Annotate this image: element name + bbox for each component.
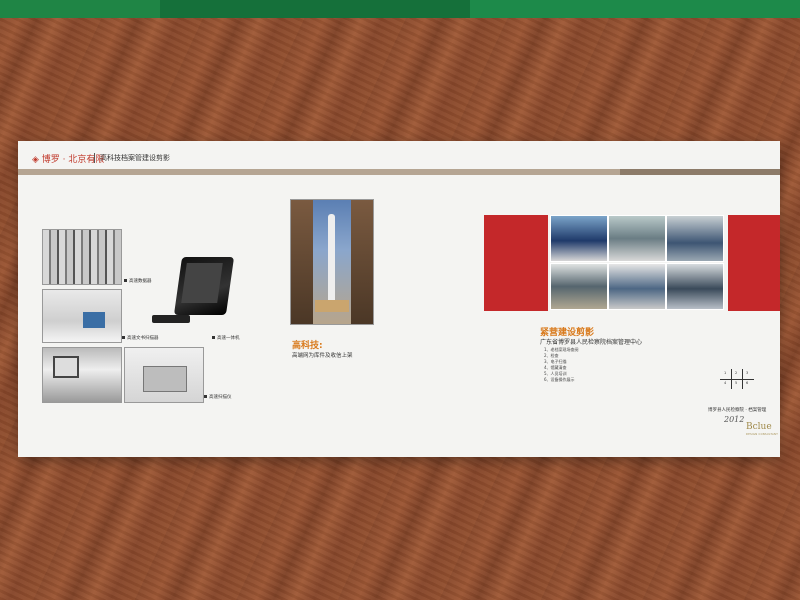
launch-pad	[315, 300, 349, 312]
meeting-photo-grid	[550, 215, 726, 311]
rocket-launch-photo	[290, 199, 374, 325]
keyboard	[152, 315, 190, 323]
header-separator	[94, 153, 95, 163]
grid-photo	[666, 263, 724, 310]
red-block-right	[728, 215, 780, 311]
scan-machine-photo	[42, 289, 122, 343]
header-rule	[18, 169, 780, 175]
bullet-icon	[204, 395, 207, 398]
rocket-body	[328, 214, 335, 302]
launch-tower-right	[351, 200, 373, 324]
brand-subtitle: DESIGN CONSULTANT	[746, 433, 779, 436]
caption-all-in-one: 高速一体机	[212, 335, 240, 341]
middle-heading: 高科技:	[292, 341, 323, 351]
top-bar-segment	[0, 0, 160, 18]
right-subheading: 广东省博罗县人民检察院档案管理中心	[540, 339, 643, 346]
grid-photo	[550, 263, 608, 310]
caption-scanner-text: 高速扫描仪	[209, 395, 232, 400]
activity-list: 1、老档案现场查阅 2、检查 3、电子扫描 4、馆藏清查 5、人员培训 6、设备…	[544, 347, 579, 383]
caption-scanner: 高速扫描仪	[204, 394, 232, 400]
grid-photo	[666, 215, 724, 262]
caption-rack: 高速数据器	[124, 278, 152, 284]
bullet-icon	[124, 279, 127, 282]
scanner-photo	[124, 347, 204, 403]
header-title: 高科技档案管建设剪影	[100, 154, 170, 162]
bullet-icon	[212, 336, 215, 339]
seal-char: 1	[724, 371, 727, 375]
grid-photo	[608, 215, 666, 262]
seal-char: 5	[735, 381, 738, 385]
bullet-icon	[122, 336, 125, 339]
logo-text: 博罗 · 北京有限	[41, 155, 105, 165]
list-item: 6、设备操作展示	[544, 377, 575, 382]
seal-line	[720, 379, 754, 380]
brochure-spread: ◈ 博罗 · 北京有限 高科技档案管建设剪影 高速数据器 高速文书扫描器 高速一…	[18, 141, 780, 457]
server-rack-photo	[42, 229, 122, 285]
seal-grid: 1 2 3 4 5 6	[720, 369, 754, 389]
credit-line: 博罗县人民检察院 · 档案管理	[708, 408, 767, 413]
caption-rack-text: 高速数据器	[129, 279, 152, 284]
top-bar-segment	[160, 0, 470, 18]
launch-tower-left	[291, 200, 313, 324]
seal-char: 3	[746, 371, 749, 375]
caption-all-in-one-text: 高速一体机	[217, 336, 240, 341]
brand-logo: Bclue	[746, 422, 772, 432]
logo-mark-icon: ◈	[32, 155, 39, 165]
top-bar	[0, 0, 800, 18]
top-bar-segment	[470, 0, 800, 18]
signature: 2012	[724, 415, 745, 424]
caption-scan-machine-text: 高速文书扫描器	[127, 336, 159, 341]
seal-char: 6	[746, 381, 749, 385]
seal-char: 2	[735, 371, 738, 375]
all-in-one-screen	[181, 263, 223, 303]
seal-char: 4	[724, 381, 727, 385]
workstation-photo	[42, 347, 122, 403]
grid-photo	[550, 215, 608, 262]
red-block-left	[484, 215, 548, 311]
middle-subheading: 高端网为库件及收信上架	[292, 353, 353, 359]
caption-scan-machine: 高速文书扫描器	[122, 335, 159, 341]
grid-photo	[608, 263, 666, 310]
